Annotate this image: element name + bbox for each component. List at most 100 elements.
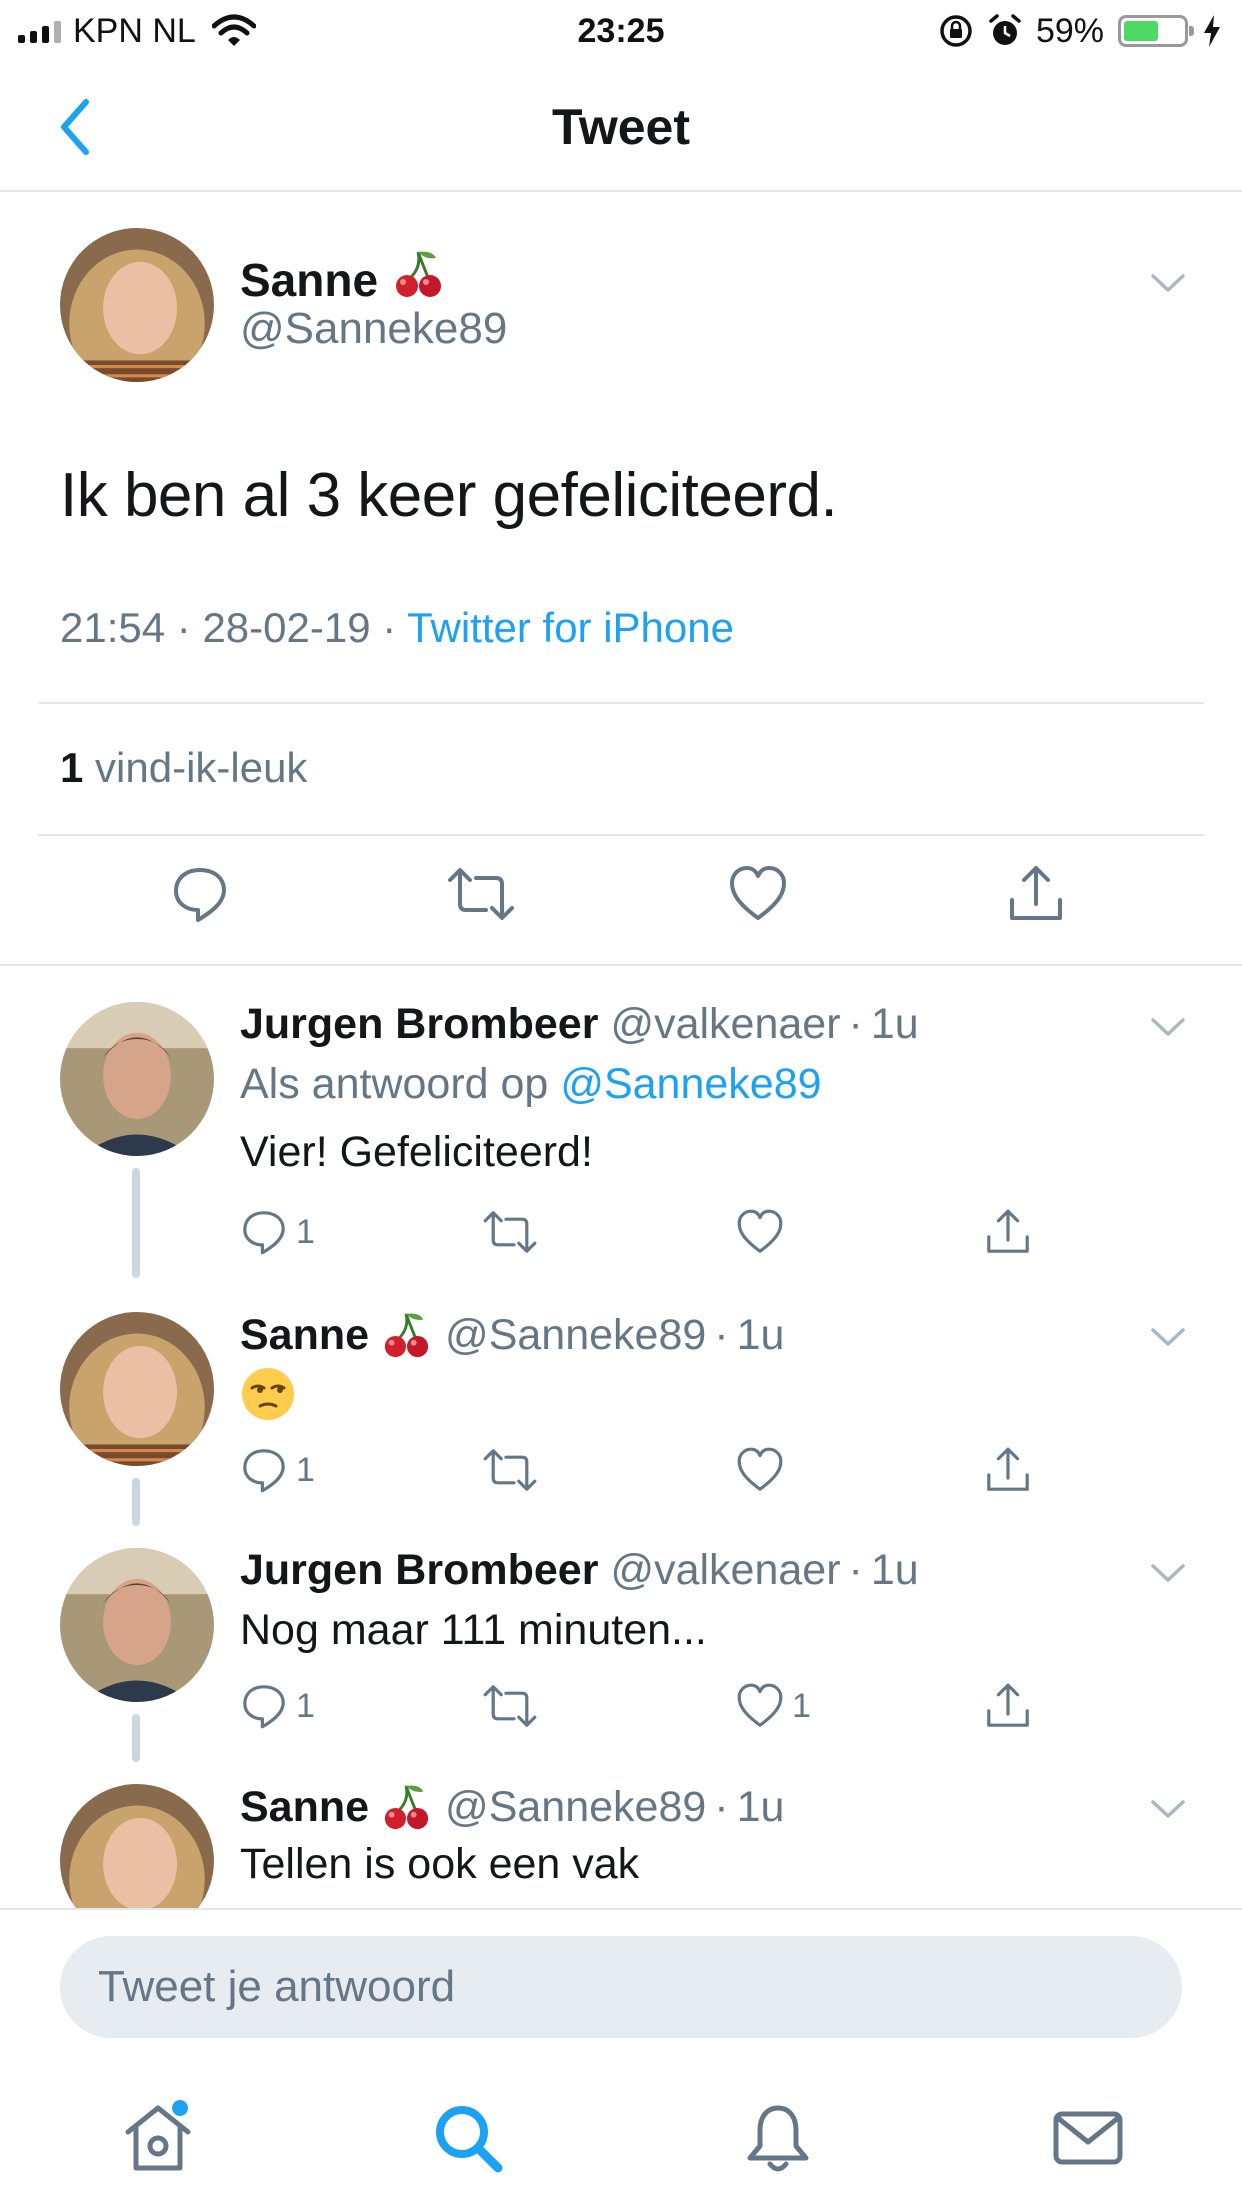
tweet-time: 21:54 xyxy=(60,604,166,651)
share-button[interactable] xyxy=(984,1208,1032,1256)
mention-link[interactable]: @Sanneke89 xyxy=(560,1060,821,1108)
unamused-face-emoji xyxy=(240,1366,296,1427)
thread-line xyxy=(132,1168,140,1278)
share-icon xyxy=(1010,866,1062,920)
reply-time: 1u xyxy=(870,1000,919,1048)
share-icon xyxy=(987,1683,1029,1727)
reply-count: 1 xyxy=(296,1212,315,1251)
charging-icon xyxy=(1204,15,1220,47)
reply-input[interactable] xyxy=(60,1936,1182,2038)
retweet-icon xyxy=(448,868,514,920)
chevron-down-icon[interactable] xyxy=(1150,1326,1186,1348)
author-name: Jurgen Brombeer xyxy=(240,1000,599,1048)
reply-time: 1u xyxy=(870,1546,919,1594)
status-bar: KPN NL 23:25 59% xyxy=(0,0,1242,62)
author-handle: @Sanneke89 xyxy=(445,1310,707,1359)
reply-icon xyxy=(243,1449,285,1493)
avatar[interactable] xyxy=(60,228,214,382)
reply-time: 1u xyxy=(736,1310,785,1359)
tweet-meta: 21:54 · 28-02-19 · Twitter for iPhone xyxy=(60,604,734,651)
like-button[interactable] xyxy=(736,1208,784,1256)
cherry-emoji xyxy=(381,1310,431,1360)
retweet-button[interactable] xyxy=(482,1682,538,1730)
reply-button[interactable] xyxy=(170,864,230,924)
home-icon[interactable] xyxy=(118,2098,198,2178)
like-button[interactable]: 1 xyxy=(736,1682,811,1730)
like-button[interactable] xyxy=(736,1446,784,1494)
thread-line xyxy=(132,1714,140,1762)
likes-summary[interactable]: 1 vind-ik-leuk xyxy=(60,744,307,792)
retweet-button[interactable] xyxy=(482,1446,538,1494)
bell-icon[interactable] xyxy=(738,2098,818,2178)
avatar[interactable] xyxy=(60,1548,214,1702)
likes-count: 1 xyxy=(60,744,84,791)
tweet-text: Ik ben al 3 keer gefeliciteerd. xyxy=(60,461,838,530)
reply-count: 1 xyxy=(296,1450,315,1489)
author-handle[interactable]: @Sanneke89 xyxy=(240,304,507,354)
tweet-source-link[interactable]: Twitter for iPhone xyxy=(407,604,734,651)
tweet-date: 28-02-19 xyxy=(202,604,371,651)
battery-icon xyxy=(1118,15,1194,47)
retweet-button[interactable] xyxy=(482,1208,538,1256)
retweet-button[interactable] xyxy=(446,864,516,924)
avatar[interactable] xyxy=(60,1312,214,1466)
share-button[interactable] xyxy=(1006,864,1066,924)
avatar[interactable] xyxy=(60,1784,214,1908)
chevron-down-icon[interactable] xyxy=(1150,272,1186,294)
mail-icon[interactable] xyxy=(1048,2098,1128,2178)
reply-text: Tellen is ook een vak xyxy=(240,1840,640,1888)
author-name: Sanne xyxy=(240,1782,370,1831)
reply-icon xyxy=(243,1685,285,1729)
like-button[interactable] xyxy=(728,864,788,924)
chevron-down-icon[interactable] xyxy=(1150,1016,1186,1038)
reply-button[interactable]: 1 xyxy=(240,1446,315,1494)
thread-line xyxy=(132,1478,140,1526)
author-handle: @valkenaer xyxy=(610,1546,841,1594)
share-icon xyxy=(987,1447,1029,1491)
author-name: Sanne xyxy=(240,1310,370,1359)
retweet-icon xyxy=(483,1211,537,1253)
author-handle: @valkenaer xyxy=(610,1000,841,1048)
reply-composer xyxy=(0,1908,1242,2068)
reply-button[interactable]: 1 xyxy=(240,1208,315,1256)
reply-icon xyxy=(174,868,226,922)
author-name: Jurgen Brombeer xyxy=(240,1546,599,1594)
alarm-icon xyxy=(989,14,1021,45)
share-button[interactable] xyxy=(984,1446,1032,1494)
reply-text: Nog maar 111 minuten... xyxy=(240,1606,707,1654)
avatar[interactable] xyxy=(60,1002,214,1156)
cherry-emoji xyxy=(392,248,444,311)
author-handle: @Sanneke89 xyxy=(445,1782,707,1831)
share-button[interactable] xyxy=(984,1682,1032,1730)
battery-percent: 59% xyxy=(1035,11,1104,50)
divider xyxy=(0,964,1242,966)
reply-button[interactable]: 1 xyxy=(240,1682,315,1730)
likes-label: vind-ik-leuk xyxy=(95,744,308,791)
chevron-down-icon[interactable] xyxy=(1150,1798,1186,1820)
retweet-icon xyxy=(483,1449,537,1491)
author-name[interactable]: Sanne xyxy=(240,248,444,311)
reply-count: 1 xyxy=(296,1686,315,1725)
divider xyxy=(38,702,1204,704)
reply-tweet[interactable]: Sanne @Sanneke89 · 1u Tellen is ook een … xyxy=(0,1772,1242,1908)
reply-context: Als antwoord op @Sanneke89 xyxy=(240,1060,822,1108)
like-count: 1 xyxy=(792,1686,811,1725)
heart-icon xyxy=(737,1683,783,1727)
notification-dot xyxy=(172,2100,188,2116)
share-icon xyxy=(987,1209,1029,1253)
reply-text: Vier! Gefeliciteerd! xyxy=(240,1128,593,1176)
heart-icon xyxy=(737,1447,783,1491)
retweet-icon xyxy=(483,1685,537,1727)
search-icon[interactable] xyxy=(428,2098,508,2178)
reply-icon xyxy=(243,1211,285,1255)
heart-icon xyxy=(737,1209,783,1253)
heart-icon xyxy=(730,866,786,920)
chevron-down-icon[interactable] xyxy=(1150,1562,1186,1584)
cherry-emoji xyxy=(381,1782,431,1832)
divider xyxy=(38,834,1204,836)
reply-time: 1u xyxy=(736,1782,785,1831)
navigation-bar: Tweet xyxy=(0,62,1242,192)
tab-bar xyxy=(0,2068,1242,2208)
page-title: Tweet xyxy=(552,99,690,155)
rotation-lock-icon xyxy=(940,15,972,47)
